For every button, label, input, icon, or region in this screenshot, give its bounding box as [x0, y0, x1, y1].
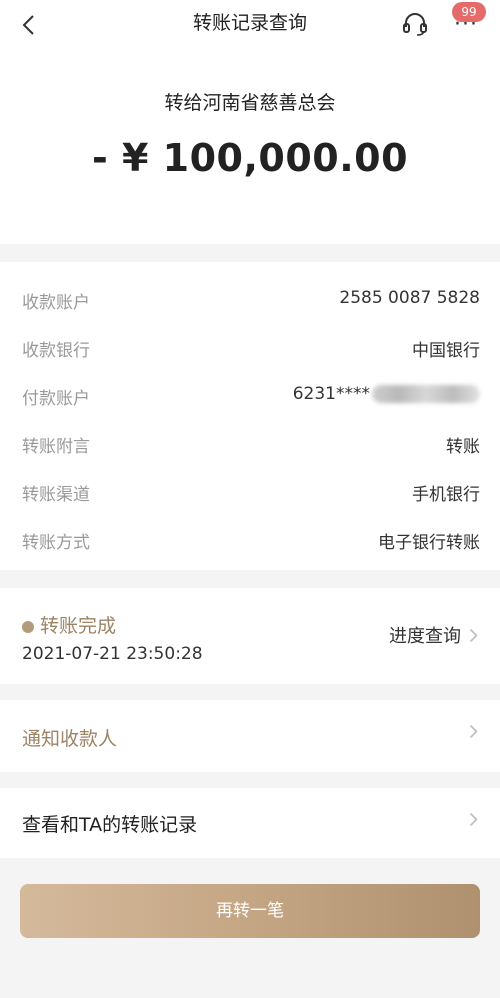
transfer-details: 收款账户 2585 0087 5828 收款银行 中国银行 付款账户 6231*…	[0, 262, 500, 570]
notify-payee-label: 通知收款人	[22, 728, 118, 750]
chevron-right-icon	[469, 812, 478, 827]
chevron-right-icon	[469, 724, 478, 739]
chevron-right-icon	[469, 628, 478, 642]
transfer-history-label: 查看和TA的转账记录	[22, 814, 198, 836]
transfer-again-button[interactable]: 再转一笔	[20, 884, 480, 938]
status-time: 2021-07-21 23:50:28	[22, 644, 203, 664]
notification-badge: 99	[452, 2, 486, 22]
progress-query-link[interactable]: 进度查询	[389, 622, 478, 648]
detail-label: 转账方式	[22, 533, 90, 553]
payee-title: 转给河南省慈善总会	[164, 92, 336, 114]
transfer-summary: 转给河南省慈善总会 - ¥ 100,000.00	[0, 50, 500, 244]
detail-label: 收款账户	[22, 293, 90, 313]
notify-payee-row[interactable]: 通知收款人	[0, 700, 500, 772]
masked-account-number: 6231****	[292, 384, 370, 404]
nav-bar: 转账记录查询 ··· 99	[0, 0, 500, 50]
customer-service-button[interactable]	[400, 10, 430, 38]
transfer-status: 转账完成 2021-07-21 23:50:28 进度查询	[0, 588, 500, 684]
back-button[interactable]	[14, 10, 44, 40]
detail-label: 转账附言	[22, 437, 90, 457]
detail-label: 收款银行	[22, 341, 90, 361]
status-text: 转账完成	[40, 615, 117, 637]
detail-value: 电子银行转账	[378, 533, 480, 553]
transfer-amount: - ¥ 100,000.00	[91, 136, 409, 180]
detail-value: 转账	[446, 437, 480, 457]
redaction-blur	[372, 385, 480, 403]
detail-value-masked: 6231****	[293, 384, 480, 404]
detail-row-channel: 转账渠道 手机银行	[0, 472, 500, 512]
detail-row-remark: 转账附言 转账	[0, 424, 500, 464]
headset-icon	[403, 13, 427, 36]
detail-row-receiving-account: 收款账户 2585 0087 5828	[0, 280, 500, 320]
transfer-history-row[interactable]: 查看和TA的转账记录	[0, 788, 500, 858]
detail-value: 中国银行	[412, 341, 480, 361]
detail-value: 2585 0087 5828	[339, 288, 480, 308]
detail-label: 付款账户	[22, 389, 90, 409]
detail-row-method: 转账方式 电子银行转账	[0, 520, 500, 560]
detail-row-receiving-bank: 收款银行 中国银行	[0, 328, 500, 368]
status-dot-icon	[22, 621, 34, 633]
back-chevron-icon	[22, 15, 34, 35]
detail-value: 手机银行	[412, 485, 480, 505]
detail-row-paying-account: 付款账户 6231****	[0, 376, 500, 416]
progress-query-label: 进度查询	[389, 626, 461, 647]
detail-label: 转账渠道	[22, 485, 90, 505]
